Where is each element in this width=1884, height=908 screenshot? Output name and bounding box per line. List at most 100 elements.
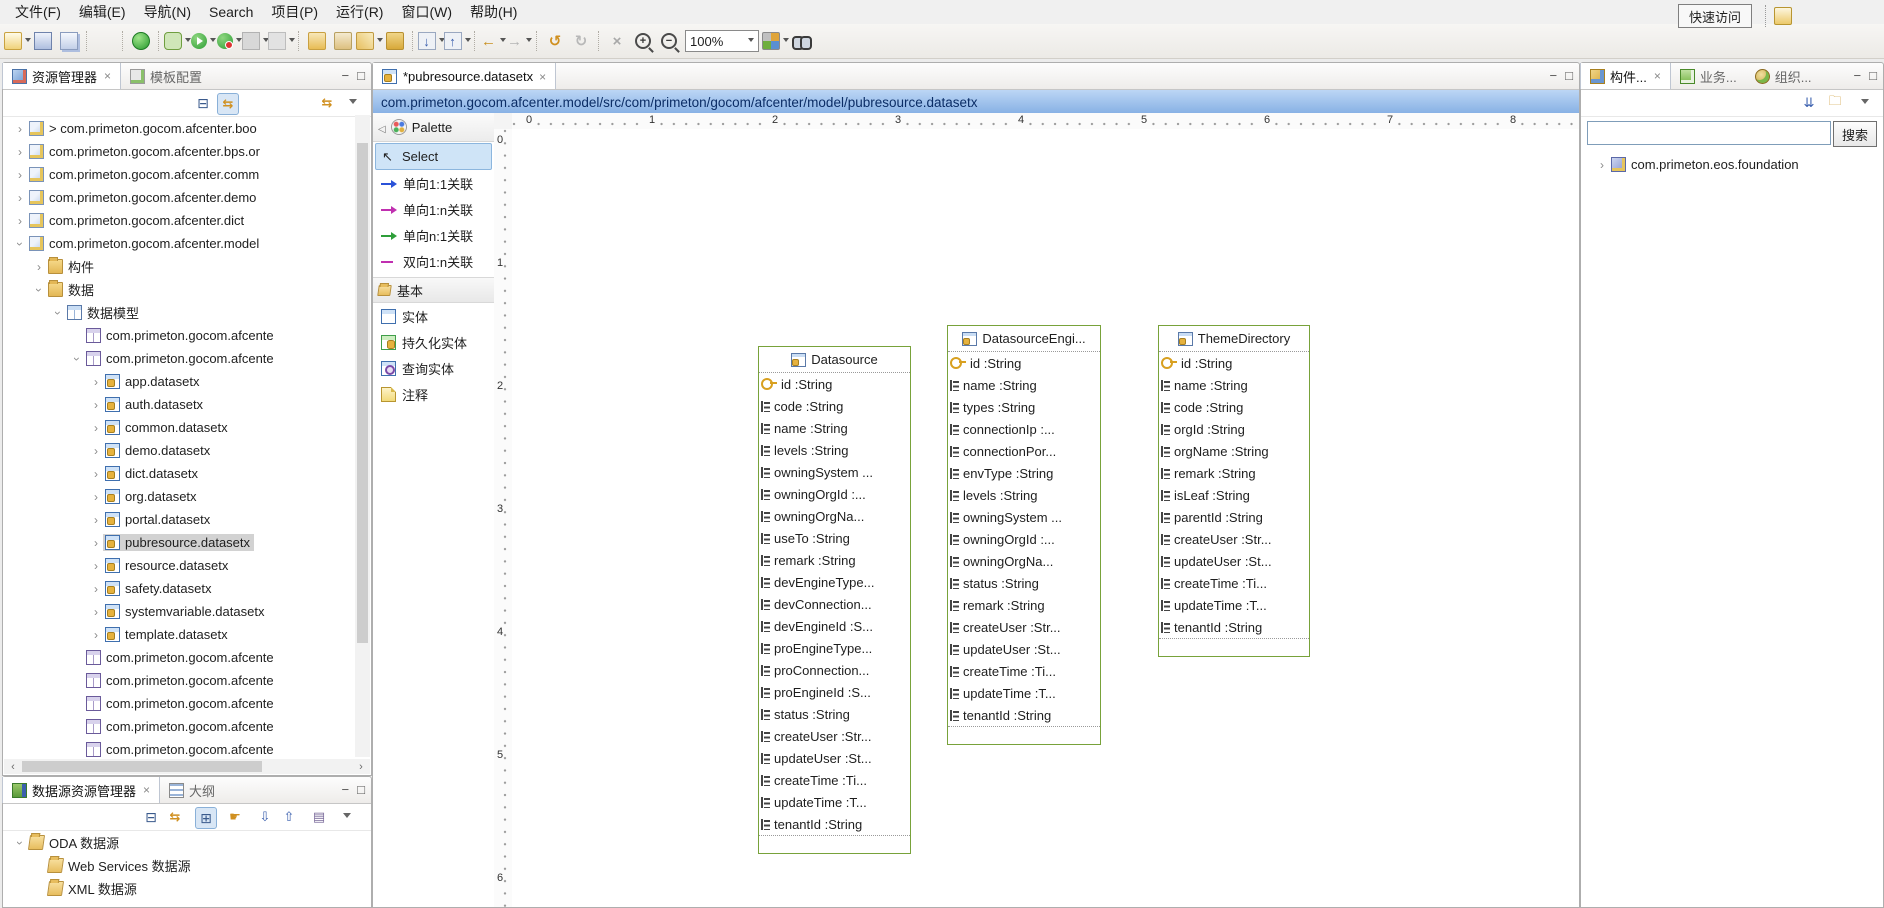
chevron-right-icon[interactable] — [13, 145, 27, 159]
tree-item[interactable]: com.primeton.eos.foundation — [1585, 153, 1879, 176]
entity-field[interactable]: orgName :String — [1159, 440, 1309, 462]
tree-item[interactable]: > com.primeton.gocom.afcenter.boo — [3, 117, 353, 140]
link-with-editor-icon[interactable] — [217, 93, 239, 115]
format-brush-button[interactable] — [357, 29, 381, 53]
search-button[interactable]: 搜索 — [1833, 121, 1877, 147]
chevron-right-icon[interactable] — [89, 490, 103, 504]
console-button[interactable] — [93, 29, 117, 53]
tree-item[interactable]: com.primeton.gocom.afcente — [3, 669, 353, 692]
entity-field[interactable]: updateUser :St... — [948, 638, 1100, 660]
tab-template-config[interactable]: 模板配置 — [121, 63, 211, 89]
tree-item[interactable]: resource.datasetx — [3, 554, 353, 577]
tree-item[interactable]: com.primeton.gocom.afcenter.demo — [3, 186, 353, 209]
entity-field[interactable]: updateTime :T... — [948, 682, 1100, 704]
tab-resource-explorer[interactable]: 资源管理器 — [2, 63, 121, 89]
palette-item[interactable]: 查询实体 — [375, 356, 492, 381]
find-button[interactable] — [789, 29, 813, 53]
import-icon[interactable] — [255, 807, 275, 827]
entity-field[interactable]: owningOrgNa... — [759, 505, 910, 527]
search-input[interactable] — [1587, 121, 1831, 145]
entity-field[interactable]: envType :String — [948, 462, 1100, 484]
palette-tool--1-n-[interactable]: 单向1:n关联 — [375, 197, 492, 222]
chevron-down-icon[interactable] — [32, 283, 46, 297]
menu-run[interactable]: 运行(R) — [327, 0, 392, 24]
entity-field[interactable]: createTime :Ti... — [1159, 572, 1309, 594]
breadcrumb[interactable]: com.primeton.gocom.afcenter.model/src/co… — [373, 90, 1579, 115]
redo-button[interactable]: ↻ — [569, 29, 593, 53]
chevron-right-icon[interactable] — [32, 260, 46, 274]
tree-item[interactable]: pubresource.datasetx — [3, 531, 353, 554]
minimize-icon[interactable] — [342, 68, 350, 83]
entity-field[interactable]: useTo :String — [759, 527, 910, 549]
close-icon[interactable] — [143, 783, 150, 797]
refresh-icon[interactable] — [317, 93, 337, 113]
eos-server-button[interactable] — [129, 29, 153, 53]
tree-item[interactable]: auth.datasetx — [3, 393, 353, 416]
entity-field[interactable]: types :String — [948, 396, 1100, 418]
chevron-right-icon[interactable] — [89, 628, 103, 642]
entity-field[interactable]: tenantId :String — [948, 704, 1100, 726]
entity-field[interactable]: connectionPor... — [948, 440, 1100, 462]
entity-field[interactable]: orgId :String — [1159, 418, 1309, 440]
entity-datasource[interactable]: Datasourceid :Stringcode :Stringname :St… — [758, 346, 911, 854]
zoom-level-combo[interactable]: 100% — [685, 30, 759, 52]
tree-item[interactable]: com.primeton.gocom.afcente — [3, 646, 353, 669]
entity-field[interactable]: remark :String — [1159, 462, 1309, 484]
chevron-right-icon[interactable] — [89, 513, 103, 527]
entity-field[interactable]: remark :String — [948, 594, 1100, 616]
tree-item[interactable]: demo.datasetx — [3, 439, 353, 462]
show-in-folder-icon[interactable] — [1825, 93, 1845, 113]
tab-datasource-explorer[interactable]: 数据源资源管理器 — [2, 777, 160, 803]
chevron-right-icon[interactable] — [89, 398, 103, 412]
entity-themedirectory[interactable]: ThemeDirectoryid :Stringname :Stringcode… — [1158, 325, 1310, 657]
menu-project[interactable]: 项目(P) — [262, 0, 327, 24]
palette-item[interactable]: 实体 — [375, 304, 492, 329]
entity-header[interactable]: Datasource — [759, 347, 910, 373]
entity-field[interactable]: createUser :Str... — [759, 725, 910, 747]
tree-item[interactable]: template.datasetx — [3, 623, 353, 646]
entity-field[interactable]: code :String — [1159, 396, 1309, 418]
export-icon[interactable] — [279, 807, 299, 827]
layout-button[interactable] — [763, 29, 787, 53]
entity-field[interactable]: name :String — [1159, 374, 1309, 396]
tab-organization[interactable]: 组织... — [1746, 63, 1821, 89]
debug-button[interactable] — [165, 29, 189, 53]
entity-field[interactable]: status :String — [948, 572, 1100, 594]
entity-field[interactable]: createUser :Str... — [948, 616, 1100, 638]
tree-item[interactable]: com.primeton.gocom.afcente — [3, 715, 353, 738]
entity-field[interactable]: id :String — [759, 373, 910, 395]
minimize-icon[interactable] — [342, 782, 350, 797]
import-wizard-button[interactable]: ↓ — [419, 29, 443, 53]
chevron-right-icon[interactable] — [89, 421, 103, 435]
chevron-right-icon[interactable] — [13, 122, 27, 136]
palette-collapse-icon[interactable] — [378, 120, 386, 135]
open-perspective-button[interactable] — [1771, 4, 1795, 28]
tree-item[interactable]: com.primeton.gocom.afcenter.comm — [3, 163, 353, 186]
entity-field[interactable]: tenantId :String — [1159, 616, 1309, 638]
link-with-editor-icon[interactable] — [165, 807, 185, 827]
zoom-out-button[interactable]: − — [657, 29, 681, 53]
tree-item[interactable]: common.datasetx — [3, 416, 353, 439]
entity-datasourceengi[interactable]: DatasourceEngi...id :Stringname :Stringt… — [947, 325, 1101, 745]
entity-field[interactable]: parentId :String — [1159, 506, 1309, 528]
tree-item[interactable]: 数据 — [3, 278, 353, 301]
entity-field[interactable]: owningSystem ... — [759, 461, 910, 483]
tab-business[interactable]: 业务... — [1671, 63, 1746, 89]
entity-field[interactable]: proEngineId :S... — [759, 681, 910, 703]
entity-field[interactable]: status :String — [759, 703, 910, 725]
chevron-right-icon[interactable] — [89, 375, 103, 389]
tree-item[interactable]: com.primeton.gocom.afcente — [3, 738, 353, 757]
entity-field[interactable]: proConnection... — [759, 659, 910, 681]
tree-item[interactable]: ODA 数据源 — [3, 831, 369, 854]
tree-item[interactable]: 数据模型 — [3, 301, 353, 324]
tree-mode-icon[interactable] — [195, 807, 217, 829]
entity-field[interactable]: name :String — [948, 374, 1100, 396]
palette-header[interactable]: Palette — [373, 113, 494, 142]
maximize-icon[interactable] — [357, 782, 365, 797]
entity-field[interactable]: owningOrgNa... — [948, 550, 1100, 572]
back-button[interactable]: ← — [481, 29, 505, 53]
chevron-right-icon[interactable] — [1595, 158, 1609, 172]
layout-icon[interactable] — [309, 807, 329, 827]
export-wizard-button[interactable]: ↑ — [445, 29, 469, 53]
maximize-icon[interactable] — [1869, 68, 1877, 83]
